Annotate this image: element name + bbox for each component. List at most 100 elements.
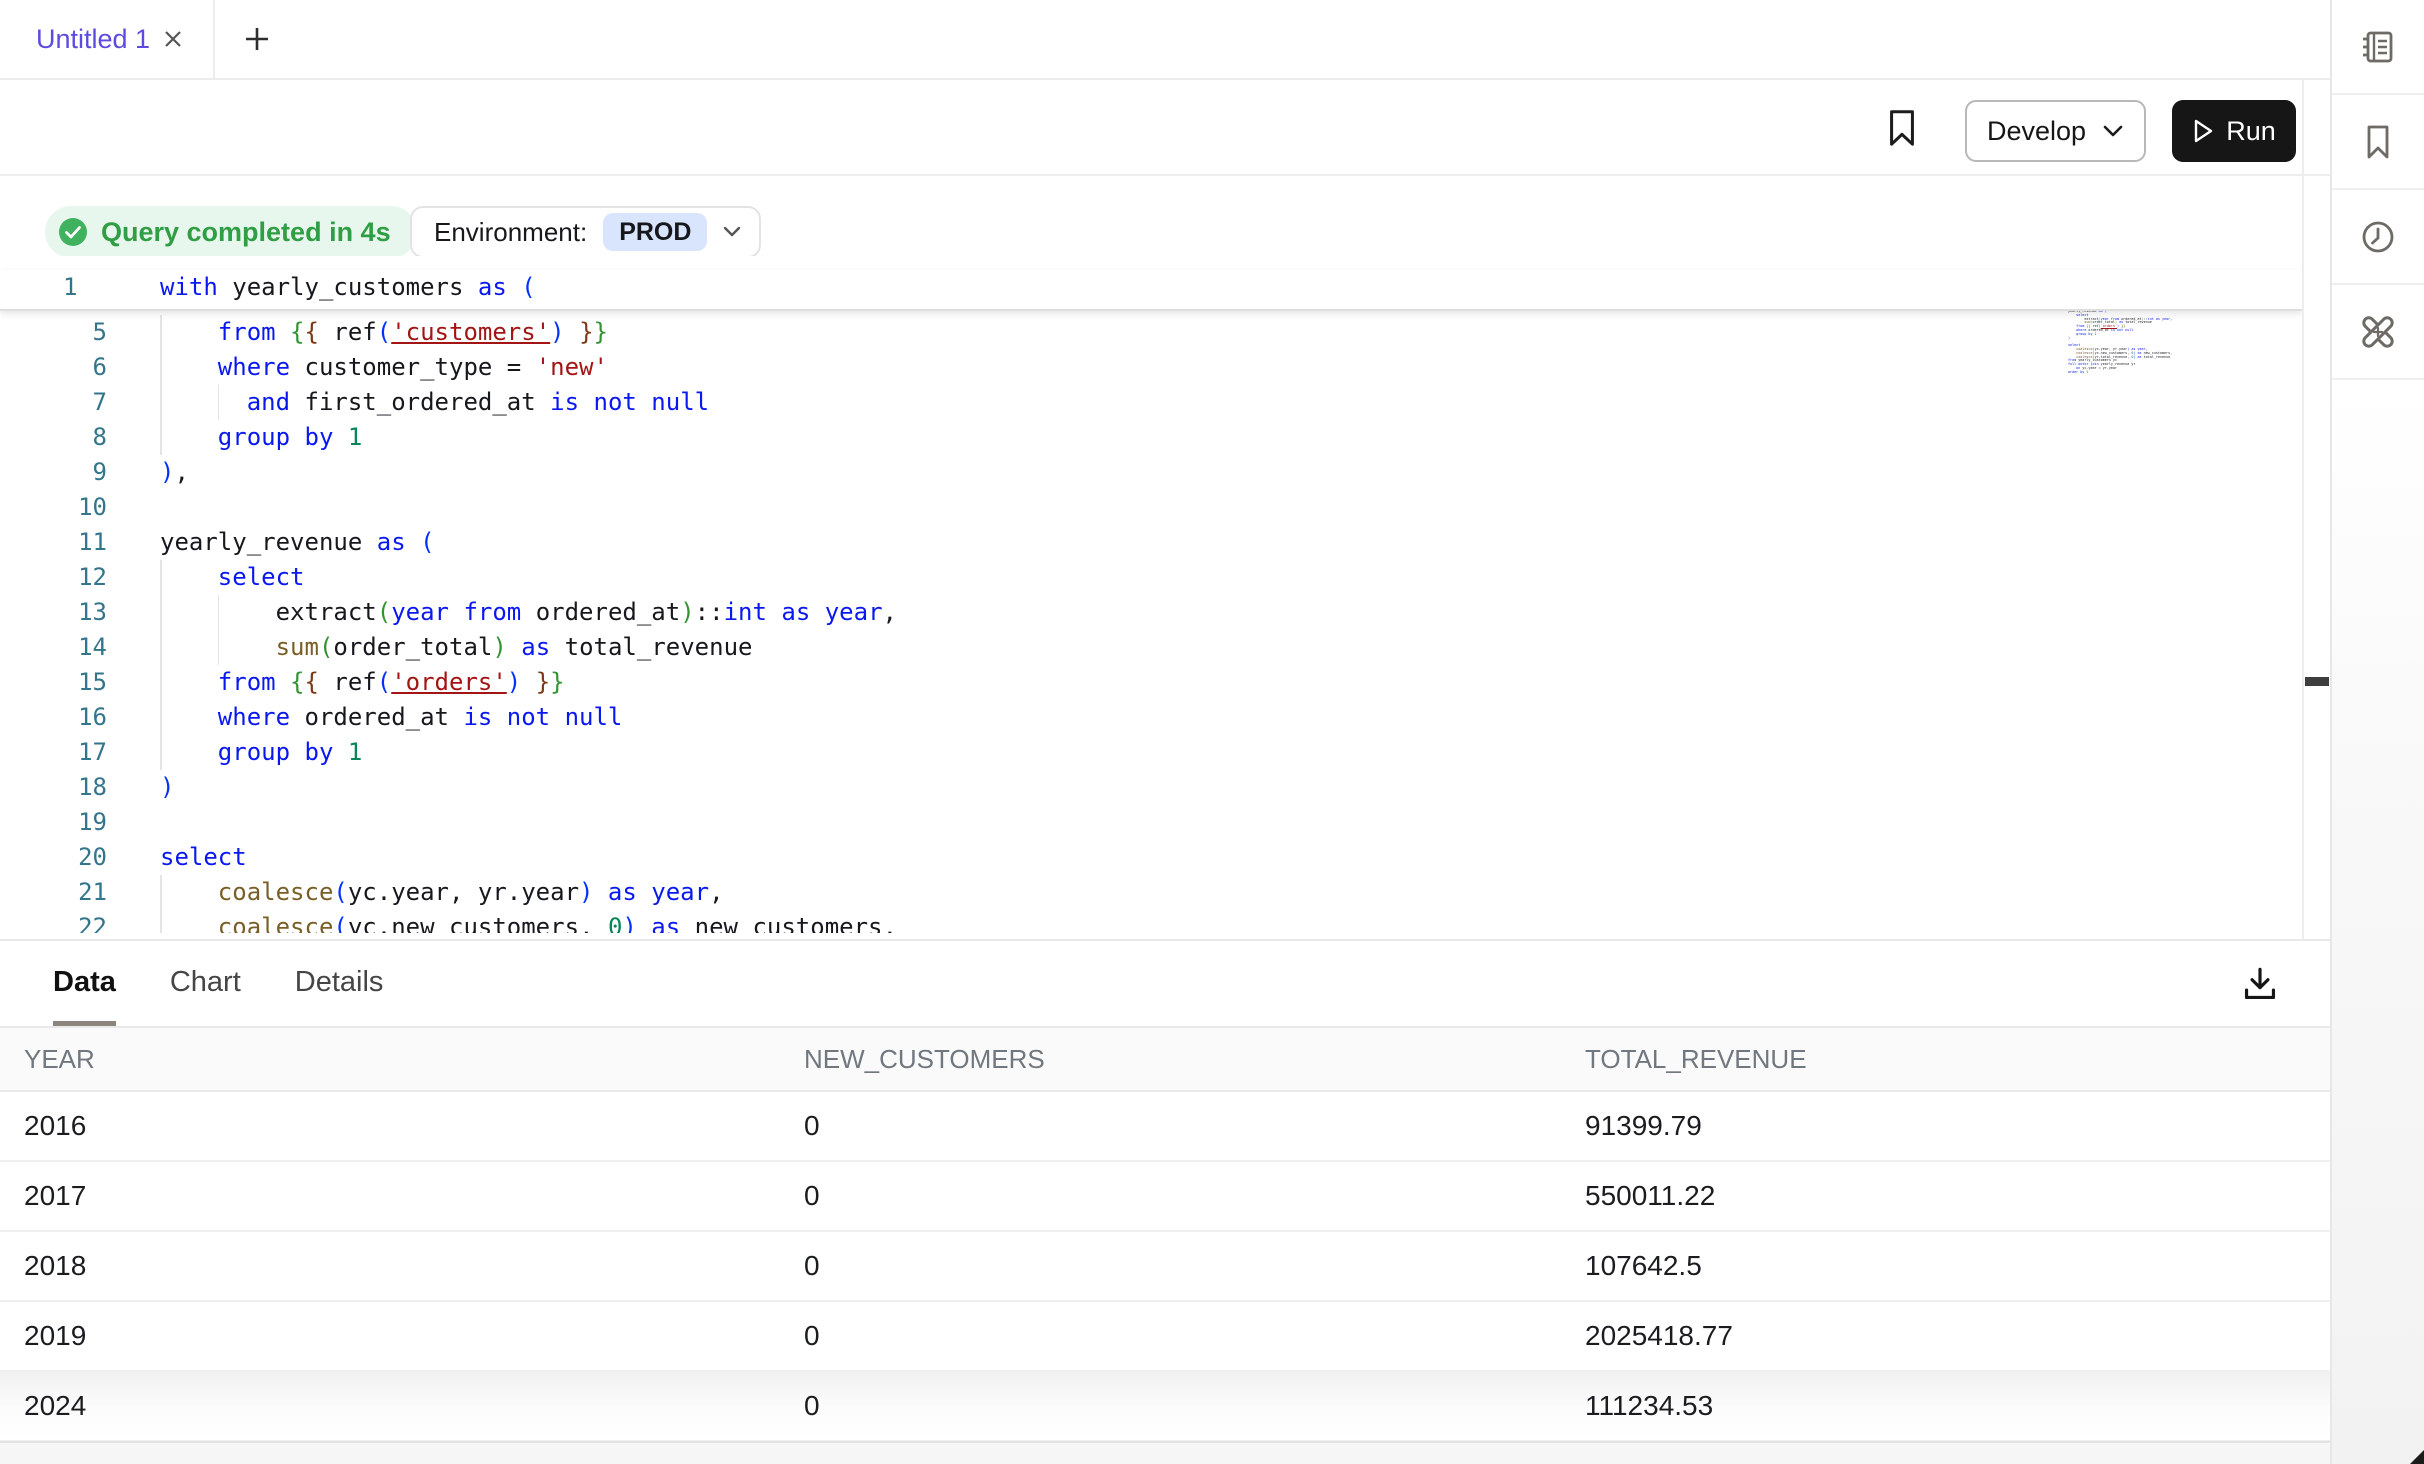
code-line: 8 group by 1 <box>0 420 2302 455</box>
right-icon-rail <box>2330 0 2424 1464</box>
line-number: 13 <box>0 595 107 630</box>
chevron-down-icon <box>2102 124 2124 138</box>
tab-bar: Untitled 1 <box>0 0 2424 80</box>
line-number: 7 <box>0 385 107 420</box>
environment-select[interactable]: Environment: PROD <box>410 206 761 258</box>
code-line-text: group by 1 <box>160 735 362 770</box>
sidebar-item-bookmarks[interactable] <box>2332 95 2424 190</box>
code-line: 5 from {{ ref('customers') }} <box>0 315 2302 350</box>
code-line: 16 where ordered_at is not null <box>0 700 2302 735</box>
line-number: 22 <box>0 910 107 933</box>
line-number: 6 <box>0 350 107 385</box>
table-cell: 0 <box>804 1092 820 1160</box>
sticky-line-code: with yearly_customers as ( <box>160 270 536 305</box>
code-line: 11yearly_revenue as ( <box>0 525 2302 560</box>
sticky-line-1: 1 with yearly_customers as ( <box>0 270 2302 311</box>
code-line: 20select <box>0 840 2302 875</box>
run-button[interactable]: Run <box>2172 100 2296 162</box>
code-line-text: where ordered_at is not null <box>160 700 622 735</box>
bookmark-icon[interactable] <box>1880 106 1924 150</box>
code-line: 22 coalesce(yc.new_customers, 0) as new_… <box>0 910 2302 933</box>
tab-title: Untitled 1 <box>36 0 150 78</box>
sidebar-item-notebook[interactable] <box>2332 0 2424 95</box>
line-number: 8 <box>0 420 107 455</box>
code-line: 14 sum(order_total) as total_revenue <box>0 630 2302 665</box>
column-header-new_customers: NEW_CUSTOMERS <box>804 1028 1045 1090</box>
table-cell: 91399.79 <box>1585 1092 1702 1160</box>
table-row: 20240111234.53 <box>0 1372 2330 1442</box>
line-number: 17 <box>0 735 107 770</box>
develop-label: Develop <box>1987 116 2086 147</box>
line-number: 5 <box>0 315 107 350</box>
sidebar-item-history[interactable] <box>2332 190 2424 285</box>
editor-scrollbar-thumb[interactable] <box>2305 677 2329 686</box>
code-line-text: select <box>160 840 247 875</box>
results-tab-chart[interactable]: Chart <box>170 941 241 1026</box>
download-icon[interactable] <box>2238 962 2282 1006</box>
results-tab-details[interactable]: Details <box>295 941 384 1026</box>
code-line-text: ) <box>160 770 174 805</box>
code-line: 6 where customer_type = 'new' <box>0 350 2302 385</box>
table-cell: 107642.5 <box>1585 1232 1702 1300</box>
code-line: 12 select <box>0 560 2302 595</box>
window-resize-grip[interactable] <box>2410 1450 2424 1464</box>
code-line-text: coalesce(yc.year, yr.year) as year, <box>160 875 724 910</box>
table-row: 2017 0 550011.22 <box>0 1162 2330 1232</box>
code-line-text: and first_ordered_at is not null <box>160 385 709 420</box>
table-row: 2018 0 107642.5 <box>0 1232 2330 1302</box>
sql-code-editor[interactable]: 5 from {{ ref('customers') }}6 where cus… <box>0 256 2302 933</box>
bookmark-icon <box>2357 121 2399 163</box>
line-number: 19 <box>0 805 107 840</box>
table-cell: 2016 <box>24 1092 86 1160</box>
sidebar-item-app-logo[interactable] <box>2332 285 2424 380</box>
close-icon[interactable] <box>160 26 186 52</box>
line-number: 9 <box>0 455 107 490</box>
code-line: 13 extract(year from ordered_at)::int as… <box>0 595 2302 630</box>
play-icon <box>2192 118 2214 144</box>
line-number: 15 <box>0 665 107 700</box>
line-number: 12 <box>0 560 107 595</box>
code-line-text: extract(year from ordered_at)::int as ye… <box>160 595 897 630</box>
column-header-year: YEAR <box>24 1028 95 1090</box>
notebook-icon <box>2357 26 2399 68</box>
query-status-text: Query completed in 4s <box>101 217 391 248</box>
table-cell: 0 <box>804 1302 820 1370</box>
environment-value-badge: PROD <box>603 213 707 251</box>
line-number: 14 <box>0 630 107 665</box>
table-cell: 0 <box>804 1162 820 1230</box>
plus-icon[interactable] <box>242 24 272 54</box>
results-tab-bar: Data Chart Details <box>0 941 2330 1028</box>
line-number: 18 <box>0 770 107 805</box>
table-cell: 2018 <box>24 1232 86 1300</box>
table-cell: 550011.22 <box>1585 1162 1715 1230</box>
code-line-text: group by 1 <box>160 420 362 455</box>
clock-icon <box>2357 216 2399 258</box>
code-line-text: yearly_revenue as ( <box>160 525 435 560</box>
horizontal-scrollbar[interactable] <box>0 1441 2330 1464</box>
code-line: 10 <box>0 490 2302 525</box>
table-cell: 111234.53 <box>1585 1372 1713 1440</box>
table-cell: 0 <box>804 1232 820 1300</box>
table-row: 201902025418.77 <box>0 1302 2330 1372</box>
table-row: 2016 0 91399.79 <box>0 1092 2330 1162</box>
results-tab-data[interactable]: Data <box>53 941 116 1026</box>
develop-button[interactable]: Develop <box>1965 100 2146 162</box>
editor-scrollbar-track <box>2302 80 2304 941</box>
results-table-header: YEAR NEW_CUSTOMERS TOTAL_REVENUE <box>0 1028 2330 1092</box>
app-window: Untitled 1 Develop Run Query completed i… <box>0 0 2424 1464</box>
line-number: 21 <box>0 875 107 910</box>
code-line: 9), <box>0 455 2302 490</box>
chevron-down-icon <box>723 226 741 238</box>
rail-empty-area <box>2332 382 2424 1464</box>
code-line-text: where customer_type = 'new' <box>160 350 608 385</box>
code-line-text: sum(order_total) as total_revenue <box>160 630 752 665</box>
table-cell: 2019 <box>24 1302 86 1370</box>
tab-untitled-1[interactable]: Untitled 1 <box>0 0 215 78</box>
code-line: 15 from {{ ref('orders') }} <box>0 665 2302 700</box>
column-header-total_revenue: TOTAL_REVENUE <box>1585 1028 1807 1090</box>
line-number: 16 <box>0 700 107 735</box>
check-circle-icon <box>57 216 89 248</box>
line-number: 10 <box>0 490 107 525</box>
table-cell: 2017 <box>24 1162 86 1230</box>
query-status-pill: Query completed in 4s <box>45 206 417 258</box>
